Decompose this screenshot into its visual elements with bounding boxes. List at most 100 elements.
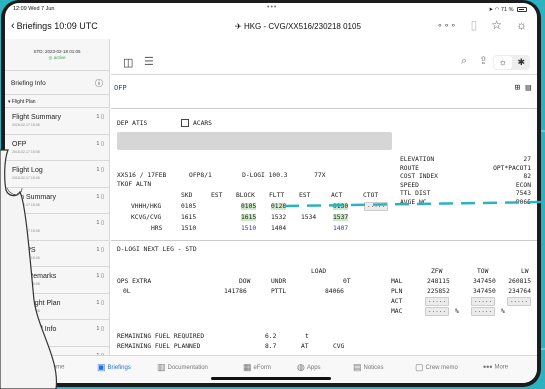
sidebar-item[interactable]: OFP Remarks 2018-02-17 15:08 1 ▯ [5, 267, 109, 294]
more-options-icon[interactable]: ⚬⚬⚬ [437, 18, 457, 32]
info-value: 7543 [515, 190, 531, 197]
briefing-info-label: Briefing Info [11, 80, 46, 87]
light-mode-icon[interactable]: ☼ [494, 56, 512, 69]
info-key: ROUTE [400, 164, 419, 172]
weight-row-label: MAL [391, 278, 403, 285]
count-value: 1 [96, 246, 100, 253]
sidebar-item-briefing-info[interactable]: Briefing Info ⓘ [5, 71, 109, 95]
home-indicator[interactable] [211, 377, 331, 380]
add-document-icon[interactable]: ⊞ [515, 83, 520, 93]
row-kcvg-act[interactable]: 1537 [333, 214, 349, 221]
row-kcvg-block[interactable]: 1615 [241, 214, 257, 221]
status-text: active [53, 55, 66, 60]
multitask-dots[interactable]: ••• [267, 4, 277, 11]
fuel-required-unit: t [305, 333, 309, 340]
page-icon: ▯ [100, 246, 104, 253]
row-vhhh-act[interactable]: 0130 [333, 203, 349, 210]
tab-notices[interactable]: ▤ Notices [353, 362, 384, 373]
doc-actions: ⊞ ▤ [515, 83, 531, 93]
ol-label: 0L [123, 288, 131, 295]
col-dow: DOW [239, 278, 251, 285]
page-icon: ▯ [100, 114, 104, 120]
weight-tow-field[interactable]: ..... [471, 297, 496, 306]
row-vhhh-label: VHHH/HKG [131, 203, 162, 210]
sidebar-item-date: 2018-02-17 15:08 [12, 149, 40, 154]
fuel-planned-at: AT [301, 343, 309, 350]
status-bar: 12:09 Wed 7 Jun ••• ➤ ◠ 71 % [5, 3, 537, 15]
navigation-bar: ‹ Briefings 10:09 UTC ✈︎ HKG - CVG/XX516/… [5, 15, 537, 39]
atis-input[interactable] [117, 132, 392, 150]
document-icon[interactable]: ▯ [471, 18, 478, 32]
list-icon[interactable]: ☰ [144, 55, 154, 68]
document-toolbar: ◫ ☰ ⌕ ⇪ ☼ ✱ [111, 51, 537, 75]
ctot-field[interactable]: ..... [364, 202, 389, 211]
weight-zfw-field[interactable]: ..... [425, 307, 450, 316]
back-button[interactable]: ‹ Briefings 10:09 UTC [11, 20, 98, 32]
weight-zfw-field[interactable]: ..... [425, 297, 450, 306]
tab-apps[interactable]: ◍ Apps [297, 362, 321, 373]
sidebar-item-date: 2018-02-17 15:08 [12, 282, 40, 286]
star-icon[interactable]: ☆ [491, 18, 502, 32]
info-value: OPT*PACOT1 [493, 164, 531, 172]
col-est2: EST [299, 192, 311, 199]
sidebar-item[interactable]: Additional Info 2018-02-17 15:08 1 ▯ [5, 320, 109, 347]
acars-label: ACARS [193, 120, 212, 127]
tab-documentation[interactable]: ▥ Documentation [157, 362, 208, 373]
sidebar-toggle-icon[interactable]: ◫ [123, 56, 133, 69]
dark-mode-icon[interactable]: ✱ [513, 55, 531, 70]
ol-load: 84066 [325, 288, 344, 295]
info-icon[interactable]: ⓘ [95, 78, 103, 89]
eform-icon: ▦ [243, 362, 252, 372]
row-kcvg-label: KCVG/CVG [131, 214, 162, 221]
sidebar-item[interactable]: ETOPS 2018-02-17 15:08 1 ▯ [5, 241, 109, 267]
ops-extra-label: OPS EXTRA [117, 278, 152, 285]
sidebar-item[interactable]: ATC Flight Plan 2018-02-17 15:08 1 ▯ [5, 294, 109, 320]
info-key: SPEED [400, 181, 419, 189]
tab-more[interactable]: ••• More [483, 362, 508, 372]
fuel-planned-value: 8.7 [265, 343, 277, 350]
sidebar-item[interactable]: OFP 2018-02-17 15:08 1 ▯ [5, 135, 109, 161]
weight-tow-field[interactable]: ..... [471, 307, 496, 316]
col-act: ACT [331, 192, 343, 199]
weight-lw-field[interactable]: ..... [506, 297, 531, 306]
sidebar-item[interactable]: Fuel 2018-02-17 15:08 1 ▯ [5, 214, 109, 241]
tab-eform[interactable]: ▦ eForm [243, 362, 271, 373]
flight-line: XX516 / 17FEB OFP8/1 D-LOGI 100.3 77X [117, 172, 326, 179]
sidebar-item[interactable]: Flight Summary 2018-02-17 15:08 1 ▯ [5, 108, 109, 135]
sidebar-item-count: 1 ▯ [96, 141, 104, 147]
tab-crew-memo[interactable]: ▢ Crew memo [415, 362, 458, 373]
page-icon: ▯ [100, 273, 104, 279]
tab-home[interactable]: ⌂ Home [41, 362, 64, 372]
row-kcvg-skd: 1615 [181, 214, 197, 221]
share-icon[interactable]: ⇪ [479, 54, 488, 67]
info-value: 27 [523, 156, 531, 163]
page-title: ✈︎ HKG - CVG/XX516/230218 0105 [235, 22, 361, 31]
count-value: 1 [96, 220, 100, 226]
section-flight-plan[interactable]: ▾ Flight Plan [5, 95, 109, 108]
col-block: BLOCK [236, 192, 255, 199]
sidebar-item-date: 2018-02-17 15:08 [12, 202, 40, 207]
info-key: COST INDEX [400, 173, 438, 180]
row-vhhh-flt[interactable]: 0128 [271, 203, 287, 210]
sidebar-item[interactable]: Altn Summary 2018-02-17 15:08 1 ▯ [5, 188, 109, 214]
briefings-icon: ▣ [97, 362, 106, 372]
theme-toggle[interactable]: ☼ ✱ [493, 55, 530, 70]
search-icon[interactable]: ⌕ [461, 55, 467, 68]
sidebar-item-date: 2018-02-17 15:08 [12, 229, 40, 233]
row-vhhh-block[interactable]: 0105 [241, 203, 257, 210]
page-icon: ▯ [100, 140, 104, 147]
acars-checkbox[interactable] [181, 119, 189, 127]
status-time: 12:09 Wed 7 Jun [13, 6, 55, 12]
notices-icon: ▤ [353, 362, 362, 372]
tab-briefings[interactable]: ▣ Briefings [97, 362, 131, 373]
calculator-icon[interactable]: ▤ [526, 83, 531, 93]
page-icon: ▯ [100, 167, 104, 173]
tab-label: Documentation [167, 365, 208, 372]
nav-actions: ⚬⚬⚬ ▯ ☆ ☼ [437, 18, 527, 32]
row-hrs-block: 1510 [241, 225, 257, 232]
sidebar-item[interactable]: Flight Log 2018-02-17 15:08 1 ▯ [5, 161, 109, 188]
back-label: Briefings 10:09 UTC [16, 21, 98, 31]
row-hrs-label: HRS [151, 225, 163, 232]
brightness-icon[interactable]: ☼ [516, 18, 527, 32]
row-hrs-act: 1407 [333, 225, 349, 232]
